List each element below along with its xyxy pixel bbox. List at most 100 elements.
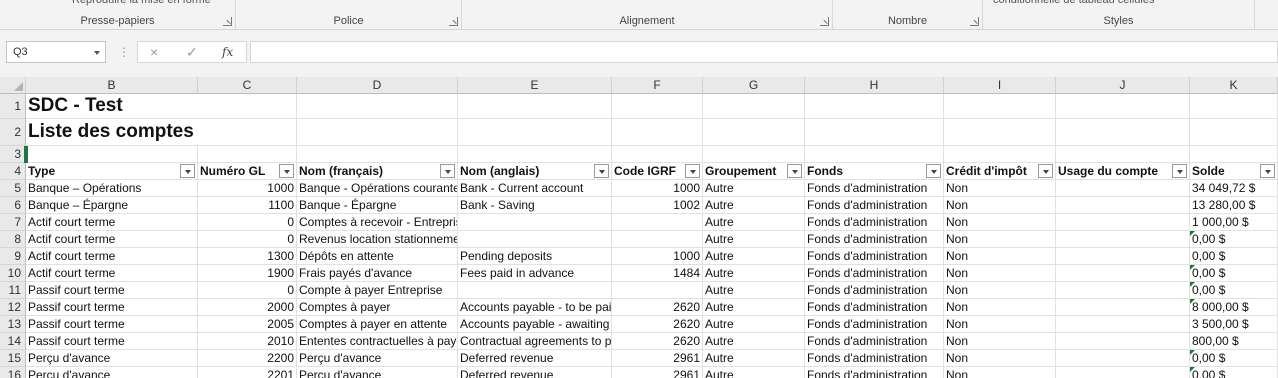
table-cell[interactable]: 1 000,00 $ — [1190, 214, 1278, 231]
table-cell[interactable]: Non — [944, 214, 1056, 231]
table-cell[interactable]: 13 280,00 $ — [1190, 197, 1278, 214]
table-cell[interactable]: 1000 — [612, 248, 703, 265]
table-cell[interactable]: Fonds d'administration — [805, 299, 944, 316]
ribbon-partial-label[interactable]: conditionnelle de tableau cellules — [993, 0, 1154, 6]
table-cell[interactable]: 2201 — [198, 367, 297, 378]
table-cell[interactable]: Fonds d'administration — [805, 316, 944, 333]
column-header-k[interactable]: K — [1190, 77, 1278, 94]
table-cell[interactable] — [612, 119, 703, 146]
table-cell[interactable]: 800,00 $ — [1190, 333, 1278, 350]
table-cell[interactable]: Comptes à payer — [297, 299, 458, 316]
table-cell[interactable] — [1056, 197, 1190, 214]
column-header-c[interactable]: C — [198, 77, 297, 94]
table-cell[interactable]: Fonds d'administration — [805, 231, 944, 248]
table-cell[interactable] — [703, 119, 805, 146]
table-cell[interactable] — [612, 146, 703, 163]
filter-dropdown-icon[interactable] — [180, 164, 195, 178]
formula-input[interactable] — [250, 41, 1278, 63]
table-cell[interactable]: Fees paid in advance — [458, 265, 612, 282]
table-cell[interactable] — [458, 146, 612, 163]
row-header[interactable]: 9 — [0, 248, 26, 265]
filter-dropdown-icon[interactable] — [279, 164, 294, 178]
table-cell[interactable]: 0 — [198, 214, 297, 231]
table-cell[interactable]: Actif court terme — [26, 231, 198, 248]
table-cell[interactable]: Banque – Épargne — [26, 197, 198, 214]
table-cell[interactable] — [1056, 248, 1190, 265]
table-header-cell[interactable]: Code IGRF — [612, 163, 703, 180]
table-cell[interactable]: Frais payés d'avance — [297, 265, 458, 282]
table-cell[interactable]: Non — [944, 197, 1056, 214]
table-cell[interactable] — [1056, 94, 1190, 119]
table-cell[interactable] — [198, 94, 297, 119]
table-cell[interactable]: Comptes à payer en attente — [297, 316, 458, 333]
table-cell[interactable] — [198, 119, 297, 146]
table-cell[interactable]: 2000 — [198, 299, 297, 316]
table-cell[interactable]: Non — [944, 316, 1056, 333]
filter-dropdown-icon[interactable] — [594, 164, 609, 178]
table-cell[interactable]: Actif court terme — [26, 214, 198, 231]
table-cell[interactable]: Fonds d'administration — [805, 265, 944, 282]
table-cell[interactable]: Fonds d'administration — [805, 350, 944, 367]
table-cell[interactable] — [1056, 119, 1190, 146]
table-cell[interactable]: Banque – Opérations — [26, 180, 198, 197]
table-cell[interactable]: Fonds d'administration — [805, 180, 944, 197]
table-cell[interactable]: Non — [944, 367, 1056, 378]
table-cell[interactable]: 1484 — [612, 265, 703, 282]
dialog-launcher-icon[interactable] — [223, 17, 232, 26]
table-cell[interactable]: Dépôts en attente — [297, 248, 458, 265]
dialog-launcher-icon[interactable] — [820, 17, 829, 26]
table-header-cell[interactable]: Usage du compte — [1056, 163, 1190, 180]
sheet-title[interactable]: SDC - Test — [26, 94, 198, 119]
table-cell[interactable]: Autre — [703, 180, 805, 197]
table-cell[interactable]: Non — [944, 350, 1056, 367]
table-cell[interactable]: Autre — [703, 265, 805, 282]
table-cell[interactable]: 0,00 $ — [1190, 265, 1278, 282]
table-cell[interactable] — [458, 282, 612, 299]
formula-bar-grip-icon[interactable]: ⋮ — [118, 45, 130, 59]
table-cell[interactable]: Non — [944, 248, 1056, 265]
table-cell[interactable]: Ententes contractuelles à payer — [297, 333, 458, 350]
table-cell[interactable]: 2200 — [198, 350, 297, 367]
table-cell[interactable] — [1056, 231, 1190, 248]
table-cell[interactable]: Bank - Current account — [458, 180, 612, 197]
table-cell[interactable] — [458, 231, 612, 248]
table-cell[interactable]: Contractual agreements to pay — [458, 333, 612, 350]
table-cell[interactable]: Non — [944, 180, 1056, 197]
table-cell[interactable]: Autre — [703, 197, 805, 214]
row-header[interactable]: 11 — [0, 282, 26, 299]
table-cell[interactable] — [1056, 180, 1190, 197]
table-cell[interactable]: Autre — [703, 367, 805, 378]
table-cell[interactable]: Perçu d'avance — [26, 350, 198, 367]
table-cell[interactable]: Non — [944, 265, 1056, 282]
table-cell[interactable]: Passif court terme — [26, 282, 198, 299]
row-header[interactable]: 10 — [0, 265, 26, 282]
table-cell[interactable] — [458, 214, 612, 231]
table-cell[interactable]: Accounts payable - awaiting — [458, 316, 612, 333]
table-cell[interactable]: Pending deposits — [458, 248, 612, 265]
table-cell[interactable]: Fonds d'administration — [805, 197, 944, 214]
row-header[interactable]: 7 — [0, 214, 26, 231]
table-cell[interactable]: 0,00 $ — [1190, 350, 1278, 367]
table-cell[interactable]: Autre — [703, 350, 805, 367]
table-cell[interactable]: 0,00 $ — [1190, 282, 1278, 299]
table-cell[interactable]: Autre — [703, 333, 805, 350]
table-cell[interactable]: Banque - Épargne — [297, 197, 458, 214]
table-cell[interactable] — [944, 119, 1056, 146]
column-header-i[interactable]: I — [944, 77, 1056, 94]
filter-dropdown-icon[interactable] — [1172, 164, 1187, 178]
table-cell[interactable]: Deferred revenue — [458, 367, 612, 378]
table-cell[interactable]: 1000 — [612, 180, 703, 197]
table-cell[interactable] — [297, 119, 458, 146]
row-header[interactable]: 1 — [0, 94, 26, 119]
table-cell[interactable]: 2010 — [198, 333, 297, 350]
table-cell[interactable]: Actif court terme — [26, 265, 198, 282]
table-cell[interactable]: Autre — [703, 214, 805, 231]
column-header-j[interactable]: J — [1056, 77, 1190, 94]
table-cell[interactable]: Perçu d'avance — [297, 350, 458, 367]
row-header[interactable]: 6 — [0, 197, 26, 214]
table-cell[interactable]: Deferred revenue — [458, 350, 612, 367]
table-header-cell[interactable]: Solde — [1190, 163, 1278, 180]
table-cell[interactable] — [26, 146, 198, 163]
table-cell[interactable]: Revenus location stationnement — [297, 231, 458, 248]
table-header-cell[interactable]: Nom (français) — [297, 163, 458, 180]
